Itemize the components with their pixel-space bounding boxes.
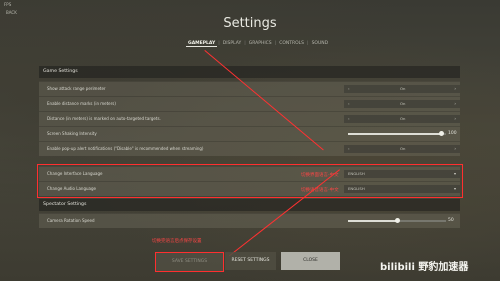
tab-graphics[interactable]: GRAPHICS xyxy=(247,41,274,47)
setting-value: On xyxy=(400,101,406,106)
tab-sound[interactable]: SOUND xyxy=(310,41,331,47)
arrow-right-icon[interactable]: › xyxy=(454,145,456,153)
setting-label: Camera Rotation Speed xyxy=(47,218,95,223)
slider-value: 50 xyxy=(448,218,454,223)
setting-label: Distance (in meters) is marked on auto-t… xyxy=(47,116,161,121)
fps-label: FPS xyxy=(4,2,12,7)
arrow-left-icon[interactable]: ‹ xyxy=(348,145,350,153)
slider-knob[interactable] xyxy=(394,217,400,223)
camera-rotation-slider[interactable] xyxy=(348,217,446,223)
toggle-field-popup-alerts[interactable]: ‹ On › xyxy=(344,145,460,153)
reset-settings-button[interactable]: RESET SETTINGS xyxy=(225,252,276,270)
close-button[interactable]: CLOSE xyxy=(281,252,340,270)
arrow-left-icon[interactable]: ‹ xyxy=(348,100,350,108)
section-header-game: Game Settings xyxy=(39,66,460,78)
arrow-left-icon[interactable]: ‹ xyxy=(348,115,350,123)
toggle-field-distance-marks[interactable]: ‹ On › xyxy=(344,100,460,108)
setting-value: On xyxy=(400,86,406,91)
toggle-field-auto-target-distance[interactable]: ‹ On › xyxy=(344,115,460,123)
tab-display[interactable]: DISPLAY xyxy=(221,41,243,47)
setting-value: On xyxy=(400,116,406,121)
back-button[interactable]: BACK xyxy=(6,10,17,15)
arrow-right-icon[interactable]: › xyxy=(454,100,456,108)
section-title: Game Settings xyxy=(43,69,78,74)
arrow-right-icon[interactable]: › xyxy=(454,115,456,123)
screen-shake-slider[interactable] xyxy=(348,130,446,136)
setting-label: Enable pop-up alert notifications ("Disa… xyxy=(47,146,204,151)
slider-value: 100 xyxy=(448,131,457,136)
arrow-left-icon[interactable]: ‹ xyxy=(348,85,350,93)
slider-fill xyxy=(348,133,442,135)
tab-controls[interactable]: CONTROLS xyxy=(277,41,306,47)
setting-value: On xyxy=(400,146,406,151)
setting-row-auto-target-distance: Distance (in meters) is marked on auto-t… xyxy=(39,111,460,126)
annotation-save-hint: 切换完语言后点保存设置 xyxy=(152,239,202,244)
setting-label: Enable distance marks (in meters) xyxy=(47,101,116,106)
settings-panel: Game Settings Show attack range perimete… xyxy=(39,66,460,236)
page-title: Settings xyxy=(223,16,277,31)
section-header-spectator: Spectator Settings xyxy=(39,199,460,211)
settings-tabs: GAMEPLAY | DISPLAY | GRAPHICS | CONTROLS | S… xyxy=(186,41,330,47)
setting-row-popup-alerts: Enable pop-up alert notifications ("Disa… xyxy=(39,141,460,156)
section-title: Spectator Settings xyxy=(43,202,87,207)
save-settings-button[interactable]: SAVE SETTINGS xyxy=(155,252,224,272)
slider-knob[interactable] xyxy=(438,130,444,136)
setting-row-distance-marks: Enable distance marks (in meters) ‹ On › xyxy=(39,96,460,111)
toggle-field-attack-range[interactable]: ‹ On › xyxy=(344,85,460,93)
setting-row-screen-shake: Screen Shaking Intensity 100 xyxy=(39,126,460,141)
bilibili-watermark-logo: bilibili 野豹加速器 xyxy=(380,262,469,273)
annotation-highlight-box xyxy=(37,164,463,198)
arrow-right-icon[interactable]: › xyxy=(454,85,456,93)
setting-label: Screen Shaking Intensity xyxy=(47,131,97,136)
tab-gameplay[interactable]: GAMEPLAY xyxy=(186,41,218,47)
setting-label: Show attack range perimeter xyxy=(47,86,106,91)
setting-row-camera-rotation: Camera Rotation Speed 50 xyxy=(39,213,460,228)
slider-fill xyxy=(348,220,397,222)
